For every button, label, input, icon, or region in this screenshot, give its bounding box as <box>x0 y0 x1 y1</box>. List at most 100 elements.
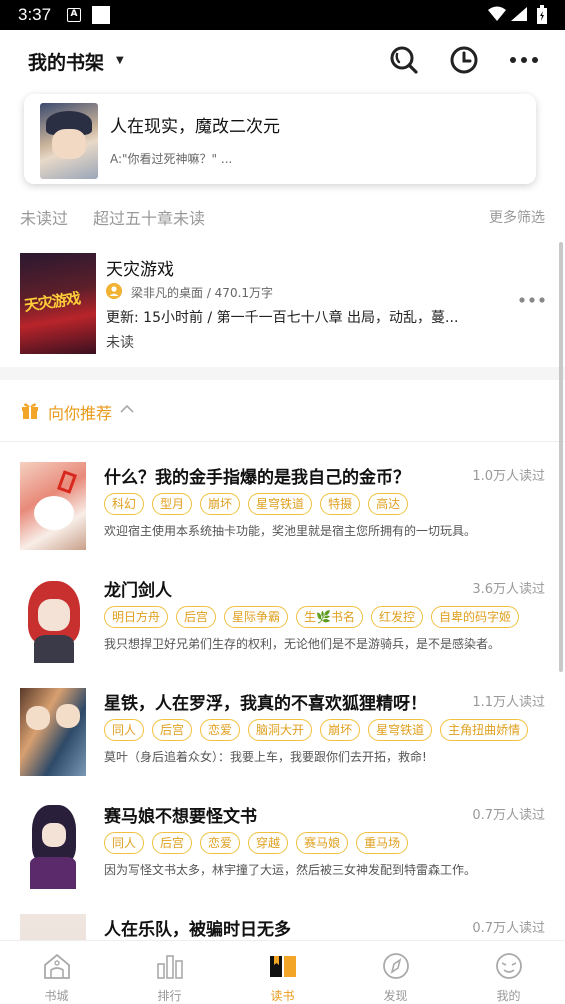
tag[interactable]: 崩坏 <box>320 719 361 741</box>
recent-read-card[interactable]: 人在现实，魔改二次元 A:"你看过死神嘛？" ... <box>24 94 536 184</box>
caret-down-icon[interactable]: ▼ <box>116 55 124 66</box>
notification-square-icon <box>92 6 110 24</box>
shelf-book-title: 天灾游戏 <box>106 260 174 280</box>
status-bar: 3:37 A <box>0 0 565 30</box>
recommend-cover <box>20 688 86 776</box>
tag[interactable]: 崩坏 <box>200 493 241 515</box>
recommend-name: 星铁，人在罗浮，我真的不喜欢狐狸精呀！ <box>104 694 427 714</box>
book-icon <box>270 956 296 977</box>
tag[interactable]: 恋爱 <box>200 832 241 854</box>
tab-label: 发现 <box>383 989 408 1003</box>
tag[interactable]: 高达 <box>368 493 409 515</box>
search-icon[interactable] <box>388 44 420 76</box>
recommend-cover <box>20 914 86 940</box>
recommend-name: 人在乐队，被骗时日无多 <box>104 920 291 940</box>
tag[interactable]: 后宫 <box>152 832 193 854</box>
tag[interactable]: 脑洞大开 <box>248 719 313 741</box>
history-clock-icon[interactable] <box>448 44 480 76</box>
tab-reading[interactable]: 读书 <box>226 941 339 1004</box>
shelf-book-status: 未读 <box>106 335 134 351</box>
recommend-item[interactable]: 什么？我的金手指爆的是我自己的金币？ 1.0万人读过 科幻 型月 崩坏 星穹铁道… <box>0 462 565 574</box>
tag[interactable]: 同人 <box>104 832 145 854</box>
tag[interactable]: 重马场 <box>356 832 409 854</box>
section-divider <box>0 367 565 380</box>
tag[interactable]: 星穹铁道 <box>248 493 313 515</box>
recent-book-cover <box>40 103 98 179</box>
tag[interactable]: 星际争霸 <box>224 606 289 628</box>
shelf-book-cover: 天灾游戏 <box>20 253 96 354</box>
recommend-read-count: 1.0万人读过 <box>472 469 545 484</box>
recommend-read-count: 0.7万人读过 <box>472 808 545 823</box>
profile-icon <box>496 953 522 979</box>
recommend-tags: 科幻 型月 崩坏 星穹铁道 特摄 高达 <box>104 493 409 515</box>
tag[interactable]: 同人 <box>104 719 145 741</box>
recommend-name: 龙门剑人 <box>104 581 172 601</box>
shelf-title[interactable]: 我的书架 <box>28 48 104 75</box>
recommend-title: 向你推荐 <box>48 404 113 423</box>
recommend-item[interactable]: 赛马娘不想要怪文书 0.7万人读过 同人 后宫 恋爱 穿越 赛马娘 重马场 因为… <box>0 801 565 913</box>
chevron-up-icon[interactable] <box>120 404 134 414</box>
recent-book-snippet: A:"你看过死神嘛？" ... <box>110 152 233 166</box>
tag[interactable]: 自卑的码字姬 <box>431 606 520 628</box>
filter-over-fifty-unread[interactable]: 超过五十章未读 <box>93 205 205 229</box>
tag[interactable]: 赛马娘 <box>296 832 349 854</box>
recommend-item[interactable]: 星铁，人在罗浮，我真的不喜欢狐狸精呀！ 1.1万人读过 同人 后宫 恋爱 脑洞大… <box>0 688 565 800</box>
signal-icon <box>511 7 527 21</box>
recommend-desc: 欢迎宿主使用本系统抽卡功能，奖池里就是宿主您所拥有的一切玩具。 <box>104 524 477 538</box>
recommend-tags: 同人 后宫 恋爱 脑洞大开 崩坏 星穹铁道 主角扭曲娇情 <box>104 719 529 741</box>
recommend-tags: 明日方舟 后宫 星际争霸 生🌿书名 红发控 自卑的码字姬 <box>104 606 520 628</box>
tag[interactable]: 明日方舟 <box>104 606 169 628</box>
shelf-book-author: 梁非凡的桌面 / 470.1万字 <box>131 286 274 300</box>
shelf-book-row[interactable]: 天灾游戏 天灾游戏 梁非凡的桌面 / 470.1万字 更新: 15小时前 / 第… <box>0 248 565 360</box>
book-more-icon[interactable] <box>518 294 546 306</box>
recommend-name: 什么？我的金手指爆的是我自己的金币？ <box>104 468 410 488</box>
recommend-name: 赛马娘不想要怪文书 <box>104 807 257 827</box>
tag[interactable]: 主角扭曲娇情 <box>440 719 529 741</box>
tag[interactable]: 后宫 <box>152 719 193 741</box>
recommend-cover <box>20 462 86 550</box>
author-icon <box>106 283 122 299</box>
recommend-read-count: 0.7万人读过 <box>472 921 545 936</box>
recommend-desc: 因为写怪文书太多，林宇撞了大运，然后被三女神发配到特雷森工作。 <box>104 863 477 877</box>
tab-label: 排行 <box>157 989 182 1003</box>
tag[interactable]: 星穹铁道 <box>368 719 433 741</box>
more-filters-link[interactable]: 更多筛选 <box>489 207 545 227</box>
wifi-icon <box>488 6 506 21</box>
tab-mine[interactable]: 我的 <box>452 941 565 1004</box>
bottom-tab-bar: 书城 排行 读书 发现 我的 <box>0 940 565 1004</box>
recommend-cover <box>20 575 86 663</box>
recommend-desc: 我只想捍卫好兄弟们生存的权利，无论他们是不是游骑兵，是不是感染者。 <box>104 637 501 651</box>
recommend-item[interactable]: 人在乐队，被骗时日无多 0.7万人读过 <box>0 914 565 940</box>
recommend-cover <box>20 801 86 889</box>
tab-label: 书城 <box>44 989 69 1003</box>
recommend-read-count: 1.1万人读过 <box>472 695 545 710</box>
tag[interactable]: 后宫 <box>176 606 217 628</box>
tag[interactable]: 科幻 <box>104 493 145 515</box>
filter-unread[interactable]: 未读过 <box>20 205 68 229</box>
scrollbar-thumb[interactable] <box>559 242 563 672</box>
recommend-desc: 莫叶（身后追着众女）：我要上车，我要跟你们去开拓，救命! <box>104 750 427 764</box>
battery-icon <box>537 5 547 24</box>
tab-discover[interactable]: 发现 <box>339 941 452 1004</box>
notification-a-icon: A <box>67 8 81 22</box>
tag[interactable]: 生🌿书名 <box>296 606 363 628</box>
tag[interactable]: 恋爱 <box>200 719 241 741</box>
tab-label: 我的 <box>496 989 521 1003</box>
more-options-icon[interactable] <box>508 44 540 76</box>
tab-ranking[interactable]: 排行 <box>113 941 226 1004</box>
gift-icon <box>22 403 38 419</box>
shelf-filters: 未读过 超过五十章未读 更多筛选 <box>0 205 565 229</box>
top-bar: 我的书架 ▼ <box>0 30 565 90</box>
tag[interactable]: 红发控 <box>371 606 424 628</box>
status-time: 3:37 <box>18 5 52 24</box>
tab-bookstore[interactable]: 书城 <box>0 941 113 1004</box>
tag[interactable]: 特摄 <box>320 493 361 515</box>
recommend-header[interactable]: 向你推荐 <box>0 380 565 442</box>
tag[interactable]: 型月 <box>152 493 193 515</box>
tag[interactable]: 穿越 <box>248 832 289 854</box>
shelf-book-update: 更新: 15小时前 / 第一千一百七十八章 出局，动乱，蔓... <box>106 310 459 326</box>
recommend-item[interactable]: 龙门剑人 3.6万人读过 明日方舟 后宫 星际争霸 生🌿书名 红发控 自卑的码字… <box>0 575 565 687</box>
cover-text: 天灾游戏 <box>23 289 82 315</box>
tab-label: 读书 <box>270 989 295 1003</box>
ranking-icon <box>157 955 183 979</box>
